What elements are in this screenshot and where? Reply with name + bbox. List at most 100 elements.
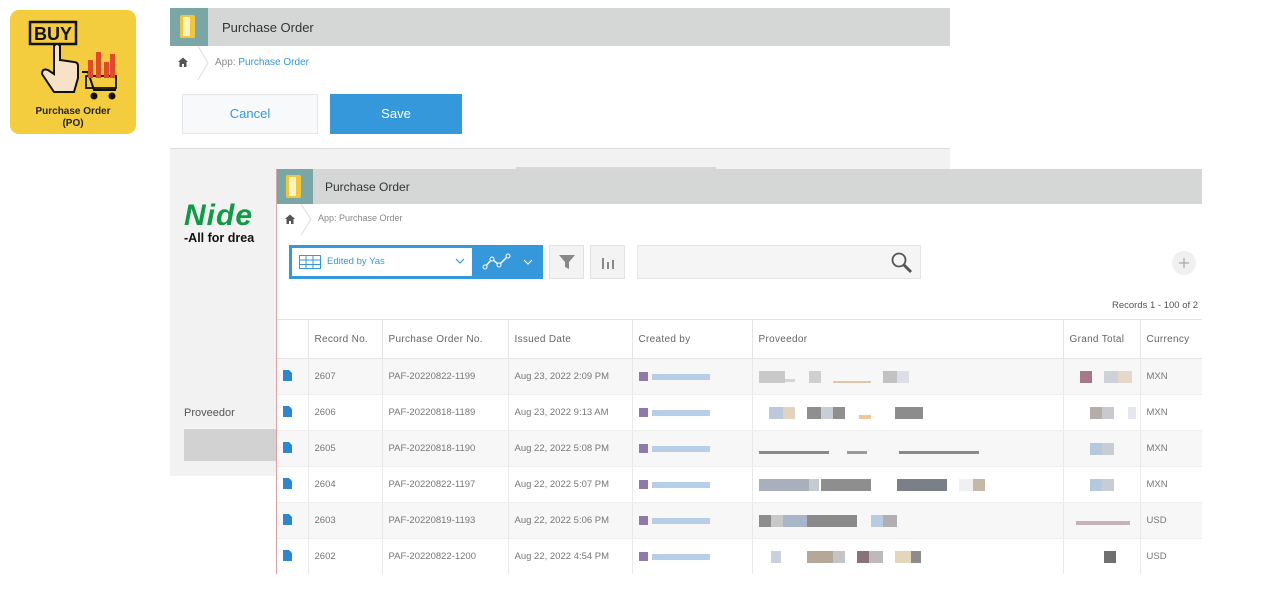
view-selector-label: Edited by Yas bbox=[327, 256, 385, 267]
currency-cell: USD bbox=[1140, 502, 1202, 539]
table-row[interactable]: 2603 PAF-20220819-1193 Aug 22, 2022 5:06… bbox=[277, 502, 1202, 539]
breadcrumb-text: App: Purchase Order bbox=[215, 57, 309, 68]
column-header[interactable]: Issued Date bbox=[508, 319, 633, 359]
blurred-name bbox=[651, 409, 710, 416]
document-icon[interactable] bbox=[283, 513, 292, 525]
currency-cell: MXN bbox=[1140, 430, 1202, 467]
breadcrumb-separator bbox=[300, 204, 312, 235]
provider-field[interactable] bbox=[184, 429, 276, 461]
window-title: Purchase Order bbox=[222, 20, 314, 35]
po-no-cell: PAF-20220822-1200 bbox=[382, 538, 509, 574]
column-header[interactable]: Currency bbox=[1140, 319, 1202, 359]
issued-date-cell: Aug 23, 2022 9:13 AM bbox=[508, 394, 633, 431]
blurred-provider bbox=[759, 549, 1063, 565]
breadcrumb: App: Purchase Order bbox=[277, 204, 1202, 235]
record-no-cell: 2607 bbox=[308, 358, 383, 395]
table-row[interactable]: 2605 PAF-20220818-1190 Aug 22, 2022 5:08… bbox=[277, 430, 1202, 467]
blurred-grand-total bbox=[1070, 441, 1140, 457]
blurred-name bbox=[651, 481, 710, 488]
breadcrumb-separator bbox=[197, 46, 209, 80]
document-icon[interactable] bbox=[283, 405, 292, 417]
record-no-cell: 2602 bbox=[308, 538, 383, 574]
record-no-cell: 2604 bbox=[308, 466, 383, 503]
column-header[interactable]: Grand Total bbox=[1063, 319, 1141, 359]
avatar bbox=[638, 371, 648, 381]
column-header[interactable]: Created by bbox=[632, 319, 753, 359]
table-row[interactable]: 2607 PAF-20220822-1199 Aug 23, 2022 2:09… bbox=[277, 358, 1202, 395]
save-button[interactable]: Save bbox=[330, 94, 462, 134]
logo-buy-text: BUY bbox=[34, 24, 72, 44]
created-by-cell bbox=[638, 442, 752, 456]
issued-date-cell: Aug 22, 2022 5:06 PM bbox=[508, 502, 633, 539]
table-row[interactable]: 2602 PAF-20220822-1200 Aug 22, 2022 4:54… bbox=[277, 538, 1202, 574]
home-icon[interactable] bbox=[177, 56, 189, 68]
blurred-provider bbox=[758, 477, 1063, 493]
grid-view-icon bbox=[299, 255, 321, 269]
window-titlebar: Purchase Order bbox=[277, 169, 1202, 204]
view-selector[interactable]: Edited by Yas bbox=[289, 245, 475, 279]
blurred-grand-total bbox=[1070, 513, 1140, 529]
po-no-cell: PAF-20220819-1193 bbox=[382, 502, 509, 539]
breadcrumb: App: Purchase Order bbox=[170, 46, 950, 81]
table-row[interactable]: 2604 PAF-20220822-1197 Aug 22, 2022 5:07… bbox=[277, 466, 1202, 503]
column-header[interactable]: Record No. bbox=[308, 319, 383, 359]
created-by-cell bbox=[638, 550, 752, 564]
breadcrumb-prefix: App: bbox=[215, 57, 236, 68]
issued-date-cell: Aug 22, 2022 4:54 PM bbox=[508, 538, 633, 574]
breadcrumb-text[interactable]: App: Purchase Order bbox=[318, 213, 403, 223]
record-no-cell: 2605 bbox=[308, 430, 383, 467]
blurred-grand-total bbox=[1070, 549, 1140, 565]
search-icon[interactable] bbox=[890, 251, 914, 275]
blurred-provider bbox=[759, 405, 1063, 421]
logo-caption: Purchase Order (PO) bbox=[10, 106, 136, 130]
document-icon[interactable] bbox=[283, 549, 292, 561]
created-by-cell bbox=[638, 370, 752, 384]
table-row[interactable]: 2606 PAF-20220818-1189 Aug 23, 2022 9:13… bbox=[277, 394, 1202, 431]
issued-date-cell: Aug 22, 2022 5:08 PM bbox=[508, 430, 633, 467]
currency-cell: MXN bbox=[1140, 394, 1202, 431]
avatar bbox=[638, 479, 648, 489]
breadcrumb-app-link[interactable]: Purchase Order bbox=[238, 57, 309, 68]
avatar bbox=[638, 443, 648, 453]
blurred-grand-total bbox=[1070, 405, 1140, 421]
chevron-down-icon bbox=[455, 258, 465, 264]
document-icon[interactable] bbox=[283, 369, 292, 381]
document-icon[interactable] bbox=[283, 477, 292, 489]
graph-view-button[interactable] bbox=[475, 245, 543, 279]
chevron-down-icon bbox=[523, 259, 533, 265]
chart-button[interactable] bbox=[590, 245, 625, 279]
currency-cell: MXN bbox=[1140, 358, 1202, 395]
blurred-provider bbox=[758, 441, 1063, 457]
company-logo: Nide -All for drea bbox=[184, 201, 279, 245]
blurred-name bbox=[651, 445, 710, 452]
created-by-cell bbox=[638, 406, 752, 420]
po-no-cell: PAF-20220818-1190 bbox=[382, 430, 509, 467]
column-header[interactable]: Proveedor bbox=[752, 319, 1064, 359]
filter-button[interactable] bbox=[549, 245, 584, 279]
form-action-bar: Cancel Save bbox=[170, 80, 950, 149]
po-no-cell: PAF-20220822-1197 bbox=[382, 466, 509, 503]
blurred-provider bbox=[758, 513, 1063, 529]
cancel-button[interactable]: Cancel bbox=[182, 94, 318, 134]
search-input[interactable] bbox=[637, 245, 921, 279]
records-table: Record No. Purchase Order No. Issued Dat… bbox=[277, 319, 1202, 574]
filter-icon bbox=[559, 255, 575, 269]
blurred-grand-total bbox=[1070, 369, 1140, 385]
issued-date-cell: Aug 22, 2022 5:07 PM bbox=[508, 466, 633, 503]
home-icon[interactable] bbox=[284, 213, 296, 225]
records-count: Records 1 - 100 of 2 bbox=[1112, 300, 1199, 311]
buy-hand-cart-icon: BUY bbox=[28, 20, 117, 100]
add-record-button[interactable] bbox=[1172, 251, 1196, 275]
plus-icon bbox=[1179, 258, 1189, 268]
blurred-name bbox=[651, 373, 710, 380]
column-header[interactable]: Purchase Order No. bbox=[382, 319, 509, 359]
issued-date-cell: Aug 23, 2022 2:09 PM bbox=[508, 358, 633, 395]
avatar bbox=[638, 551, 648, 561]
window-title: Purchase Order bbox=[325, 180, 410, 194]
po-no-cell: PAF-20220818-1189 bbox=[382, 394, 509, 431]
column-header-icon bbox=[277, 319, 309, 359]
provider-label: Proveedor bbox=[184, 407, 235, 419]
currency-cell: USD bbox=[1140, 538, 1202, 574]
document-icon[interactable] bbox=[283, 441, 292, 453]
logo-caption-line2: (PO) bbox=[62, 118, 84, 129]
